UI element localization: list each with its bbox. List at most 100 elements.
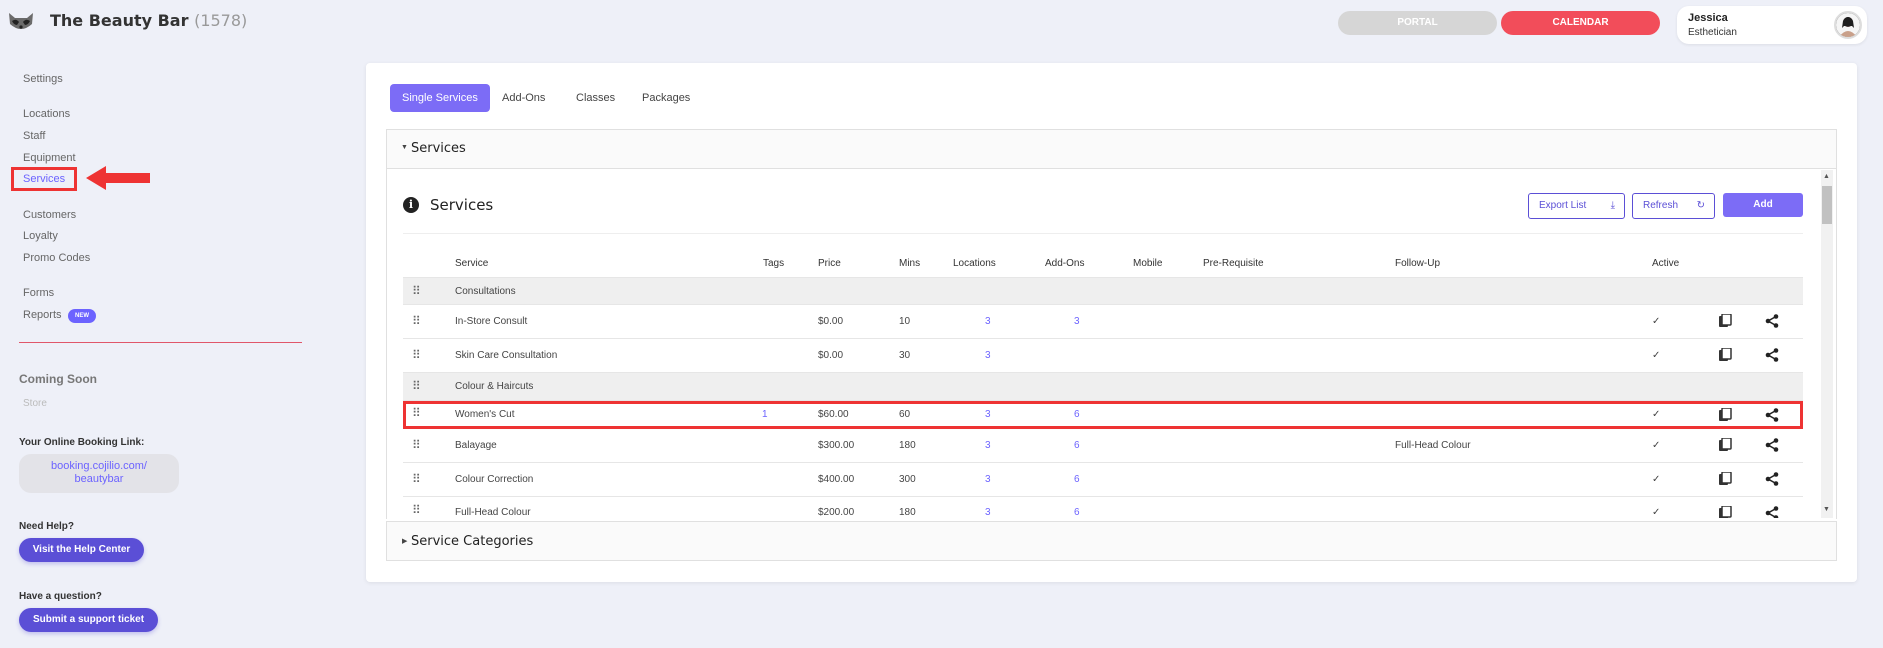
service-price: $400.00 bbox=[818, 474, 855, 485]
service-mins: 300 bbox=[899, 474, 916, 485]
active-check[interactable]: ✓ bbox=[1652, 440, 1660, 451]
service-addons[interactable]: 3 bbox=[1074, 316, 1080, 327]
share-icon[interactable] bbox=[1765, 506, 1779, 518]
sidebar-item-loyalty[interactable]: Loyalty bbox=[23, 230, 58, 242]
refresh-button[interactable]: Refresh ↻ bbox=[1632, 193, 1715, 219]
scrollbar-thumb[interactable] bbox=[1822, 186, 1832, 224]
drag-handle-icon[interactable]: ⠿ bbox=[412, 438, 421, 452]
service-addons[interactable]: 6 bbox=[1074, 507, 1080, 518]
service-mins: 180 bbox=[899, 440, 916, 451]
share-icon[interactable] bbox=[1765, 438, 1779, 455]
add-service-button[interactable]: Add bbox=[1723, 193, 1803, 217]
active-check[interactable]: ✓ bbox=[1652, 507, 1660, 518]
table-row[interactable]: ⠿ Colour Correction $400.00 300 3 6 ✓ bbox=[403, 463, 1803, 497]
tab-classes[interactable]: Classes bbox=[564, 84, 627, 112]
info-icon[interactable]: i bbox=[403, 197, 419, 213]
copy-icon[interactable] bbox=[1719, 437, 1732, 455]
new-badge: NEW bbox=[68, 309, 96, 323]
user-menu[interactable]: Jessica Esthetician bbox=[1677, 6, 1867, 44]
booking-link[interactable]: booking.cojilio.com/ beautybar bbox=[19, 454, 179, 493]
category-name: Consultations bbox=[455, 286, 516, 297]
help-center-button[interactable]: Visit the Help Center bbox=[19, 538, 144, 562]
booking-link-line1: booking.cojilio.com/ bbox=[51, 460, 147, 472]
copy-icon[interactable] bbox=[1719, 471, 1732, 489]
service-name[interactable]: Full-Head Colour bbox=[455, 507, 531, 518]
services-panel-header[interactable] bbox=[386, 129, 1837, 169]
sidebar-item-store: Store bbox=[23, 398, 47, 409]
drag-handle-icon[interactable]: ⠿ bbox=[412, 348, 421, 362]
share-icon[interactable] bbox=[1765, 314, 1779, 331]
refresh-icon: ↻ bbox=[1696, 200, 1705, 211]
sidebar-item-forms[interactable]: Forms bbox=[23, 287, 54, 299]
support-ticket-button[interactable]: Submit a support ticket bbox=[19, 608, 158, 632]
user-role: Esthetician bbox=[1688, 27, 1737, 38]
service-name[interactable]: Colour Correction bbox=[455, 474, 533, 485]
table-row[interactable]: ⠿ Skin Care Consultation $0.00 30 3 ✓ bbox=[403, 339, 1803, 373]
service-followup: Full-Head Colour bbox=[1395, 440, 1471, 451]
service-name[interactable]: Balayage bbox=[455, 440, 497, 451]
service-locations[interactable]: 3 bbox=[985, 316, 991, 327]
annotation-box-services bbox=[11, 167, 77, 191]
title-divider bbox=[403, 233, 1803, 234]
service-locations[interactable]: 3 bbox=[985, 507, 991, 518]
scroll-down-icon[interactable]: ▼ bbox=[1823, 506, 1830, 513]
table-row[interactable]: ⠿ In-Store Consult $0.00 10 3 3 ✓ bbox=[403, 305, 1803, 339]
sidebar-item-locations[interactable]: Locations bbox=[23, 108, 70, 120]
business-name: The Beauty Bar (1578) bbox=[50, 11, 247, 30]
service-price: $200.00 bbox=[818, 507, 855, 518]
category-row[interactable]: ⠿ Consultations bbox=[403, 278, 1803, 305]
service-mins: 10 bbox=[899, 316, 911, 327]
table-header-row bbox=[403, 250, 1803, 278]
service-price: $0.00 bbox=[818, 316, 844, 327]
active-check[interactable]: ✓ bbox=[1652, 474, 1660, 485]
sidebar-item-promo-codes[interactable]: Promo Codes bbox=[23, 252, 90, 264]
drag-handle-icon[interactable]: ⠿ bbox=[412, 314, 421, 328]
service-name[interactable]: Skin Care Consultation bbox=[455, 350, 557, 361]
sidebar-item-customers[interactable]: Customers bbox=[23, 209, 76, 221]
drag-handle-icon[interactable]: ⠿ bbox=[412, 503, 421, 517]
service-price: $300.00 bbox=[818, 440, 855, 451]
copy-icon[interactable] bbox=[1719, 347, 1732, 365]
active-check[interactable]: ✓ bbox=[1652, 316, 1660, 327]
drag-handle-icon[interactable]: ⠿ bbox=[412, 472, 421, 486]
tab-add-ons[interactable]: Add-Ons bbox=[490, 84, 557, 112]
service-categories-title[interactable]: Service Categories bbox=[411, 534, 533, 549]
sidebar-item-staff[interactable]: Staff bbox=[23, 130, 45, 142]
active-check[interactable]: ✓ bbox=[1652, 350, 1660, 361]
calendar-button[interactable]: CALENDAR bbox=[1501, 11, 1660, 35]
raccoon-logo-icon[interactable] bbox=[6, 10, 36, 34]
share-icon[interactable] bbox=[1765, 348, 1779, 365]
service-name[interactable]: In-Store Consult bbox=[455, 316, 527, 327]
service-locations[interactable]: 3 bbox=[985, 474, 991, 485]
share-icon[interactable] bbox=[1765, 472, 1779, 489]
category-row[interactable]: ⠿ Colour & Haircuts bbox=[403, 373, 1803, 401]
service-locations[interactable]: 3 bbox=[985, 440, 991, 451]
annotation-arrow-icon bbox=[86, 166, 150, 190]
need-help-label: Need Help? bbox=[19, 521, 75, 532]
avatar[interactable] bbox=[1834, 11, 1862, 39]
portal-button[interactable]: PORTAL bbox=[1338, 11, 1497, 35]
copy-icon[interactable] bbox=[1719, 505, 1732, 518]
service-addons[interactable]: 6 bbox=[1074, 440, 1080, 451]
export-list-button[interactable]: Export List ⤓ bbox=[1528, 193, 1625, 219]
service-categories-panel-header[interactable] bbox=[386, 521, 1837, 561]
sidebar-item-settings[interactable]: Settings bbox=[23, 73, 63, 85]
table-row[interactable]: ⠿ Balayage $300.00 180 3 6 Full-Head Col… bbox=[403, 429, 1803, 463]
business-title: The Beauty Bar bbox=[50, 11, 189, 30]
table-row[interactable]: ⠿ Full-Head Colour $200.00 180 3 6 ✓ bbox=[403, 497, 1803, 518]
sidebar-item-equipment[interactable]: Equipment bbox=[23, 152, 76, 164]
category-name: Colour & Haircuts bbox=[455, 381, 534, 392]
question-label: Have a question? bbox=[19, 591, 102, 602]
service-locations[interactable]: 3 bbox=[985, 350, 991, 361]
scroll-up-icon[interactable]: ▲ bbox=[1823, 173, 1830, 180]
service-addons[interactable]: 6 bbox=[1074, 474, 1080, 485]
drag-handle-icon[interactable]: ⠿ bbox=[412, 284, 421, 298]
service-mins: 30 bbox=[899, 350, 911, 361]
copy-icon[interactable] bbox=[1719, 313, 1732, 331]
export-list-label: Export List bbox=[1539, 200, 1587, 211]
tab-single-services[interactable]: Single Services bbox=[390, 84, 490, 112]
tab-packages[interactable]: Packages bbox=[630, 84, 702, 112]
drag-handle-icon[interactable]: ⠿ bbox=[412, 379, 421, 393]
services-panel-title[interactable]: Services bbox=[411, 141, 466, 156]
sidebar-item-reports[interactable]: Reports bbox=[23, 309, 62, 321]
